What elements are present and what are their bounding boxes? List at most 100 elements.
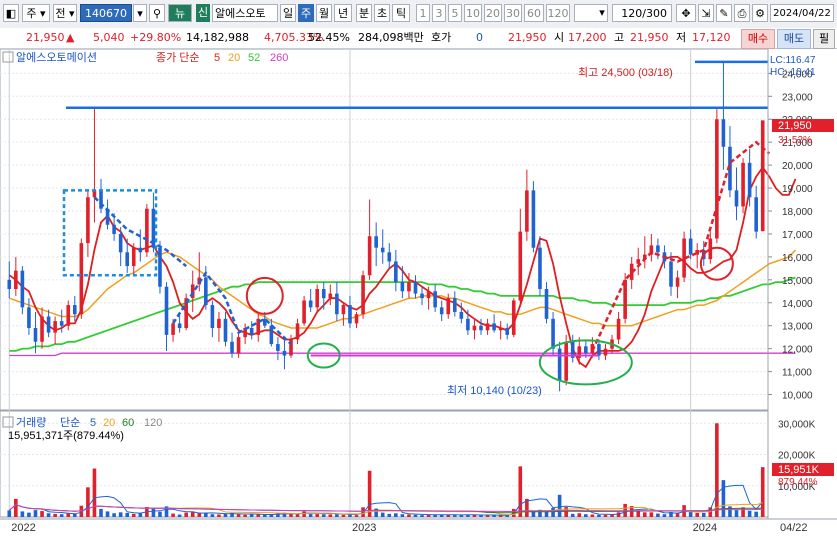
- candle-body: [544, 289, 549, 319]
- search-icon[interactable]: ⚲: [149, 4, 165, 22]
- candle-body: [177, 323, 182, 328]
- volume-bar: [715, 423, 719, 517]
- tab-month[interactable]: 월: [316, 4, 332, 22]
- volume-bar: [321, 514, 326, 517]
- volume-bar: [171, 513, 175, 517]
- interval-3[interactable]: 3: [432, 4, 446, 22]
- candle-body: [341, 305, 346, 315]
- last-volume-pct: 879.44%: [778, 477, 818, 488]
- tab-day[interactable]: 일: [280, 4, 296, 22]
- volume-bar: [701, 512, 706, 517]
- interval-20[interactable]: 20: [484, 4, 502, 22]
- date-input[interactable]: 2024/04/22: [770, 4, 834, 22]
- tab-minute[interactable]: 분: [356, 4, 372, 22]
- y-tick-label: 13,000: [782, 322, 813, 333]
- draw-icon[interactable]: ✎: [716, 4, 732, 22]
- volume-bar: [734, 510, 739, 517]
- interval-120[interactable]: 120: [546, 4, 570, 22]
- volume-bar: [577, 513, 582, 517]
- volume-value: 15,951,371주(879.44%): [8, 430, 124, 442]
- volume-tick-label: 30,000K: [778, 419, 816, 430]
- ruler-icon[interactable]: ⇲: [698, 4, 714, 22]
- y-tick-label: 16,000: [782, 253, 813, 264]
- candle-body: [518, 231, 523, 301]
- interval-10[interactable]: 10: [464, 4, 482, 22]
- volume-bar: [236, 514, 241, 517]
- candle-body: [688, 238, 693, 255]
- volume-legend-ma20: 20: [103, 417, 115, 429]
- tab-tick[interactable]: 틱: [392, 4, 410, 22]
- settings-icon[interactable]: ⚙: [752, 4, 768, 22]
- quote-bar: 21,950 ▲ 5,040 +29.80% 14,182,988 4,705.…: [0, 28, 837, 49]
- candle-body: [112, 224, 116, 234]
- volume-bar: [14, 498, 18, 517]
- code-dropdown-icon[interactable]: ▾: [133, 4, 147, 22]
- legend-ma5: 5: [214, 52, 220, 64]
- tab-year[interactable]: 년: [334, 4, 352, 22]
- extra-button[interactable]: 필: [813, 29, 835, 49]
- period-select[interactable]: 전 ▾: [53, 4, 77, 22]
- candle-body: [295, 323, 300, 340]
- candle-body: [760, 120, 765, 232]
- candle-body: [525, 190, 529, 232]
- volume-legend-name: 거래량: [16, 416, 46, 429]
- crosshair-icon[interactable]: ✥: [676, 4, 696, 22]
- candle-body: [282, 350, 287, 356]
- interval-60[interactable]: 60: [524, 4, 544, 22]
- legend-stock-name: 알에스오토메이션: [16, 50, 97, 64]
- code-input[interactable]: 140670: [80, 4, 132, 22]
- news-button[interactable]: 뉴: [168, 4, 192, 22]
- candle-body: [66, 305, 71, 326]
- interval-dropdown-icon[interactable]: ▾: [596, 4, 608, 22]
- candle-body: [459, 311, 464, 319]
- volume-bar: [479, 515, 483, 517]
- volume-legend-ma60: 60: [122, 417, 134, 429]
- legend-ma52: 52: [248, 52, 260, 64]
- interval-30[interactable]: 30: [504, 4, 522, 22]
- candle-body: [308, 300, 313, 308]
- sell-button[interactable]: 매도: [777, 29, 811, 49]
- hoga-label: 호가: [431, 31, 452, 44]
- toolbar: ◧ 주 ▾ 전 ▾ 140670 ▾ ⚲ 뉴 신 알에스오토 일 주 월 년 분…: [0, 0, 837, 29]
- volume-bar: [249, 514, 254, 517]
- high-price: 21,950: [630, 31, 669, 44]
- stock-chart[interactable]: 10,000 11,000 12,000 13,000 14,000 15,000 16,0…: [0, 48, 837, 539]
- interval-1[interactable]: 1: [416, 4, 430, 22]
- candle-body: [236, 337, 241, 354]
- candle-body: [538, 247, 542, 289]
- volume-bar: [400, 514, 405, 517]
- volume-bar: [92, 468, 97, 517]
- volume-bar: [20, 511, 25, 517]
- tab-week[interactable]: 주: [298, 4, 314, 22]
- y-tick-label: 15,000: [782, 276, 813, 287]
- candle-body: [164, 286, 169, 335]
- tab-second[interactable]: 초: [374, 4, 390, 22]
- buy-button[interactable]: 매수: [741, 29, 775, 49]
- volume-bar: [112, 513, 116, 517]
- candle-body: [564, 341, 568, 381]
- volume-bar: [184, 512, 188, 517]
- current-price: 21,950: [26, 31, 65, 44]
- volume-bar: [158, 511, 162, 517]
- layout-icon[interactable]: ◧: [3, 4, 19, 22]
- legend-ma20: 20: [228, 52, 240, 64]
- print-icon[interactable]: ⎙: [734, 4, 750, 22]
- market-select[interactable]: 주 ▾: [22, 4, 50, 22]
- volume-bar: [33, 510, 38, 517]
- volume-bar: [642, 512, 647, 517]
- volume-bar: [387, 513, 392, 517]
- interval-5[interactable]: 5: [448, 4, 462, 22]
- volume-bar: [413, 514, 418, 517]
- volume-bar: [125, 512, 130, 517]
- hoga-value: 0: [476, 31, 483, 44]
- y-tick-label: 19,000: [782, 184, 813, 195]
- count-display[interactable]: 120/300: [612, 4, 672, 22]
- candle-body: [407, 282, 411, 292]
- candle-body: [328, 293, 333, 299]
- open-price: 17,200: [568, 31, 607, 44]
- candle-body: [217, 318, 221, 328]
- last-price-label: 21,950: [778, 120, 812, 132]
- x-tick-label: 2023: [352, 522, 376, 534]
- candle-body: [669, 261, 673, 287]
- x-tick-label: 2024: [693, 522, 717, 534]
